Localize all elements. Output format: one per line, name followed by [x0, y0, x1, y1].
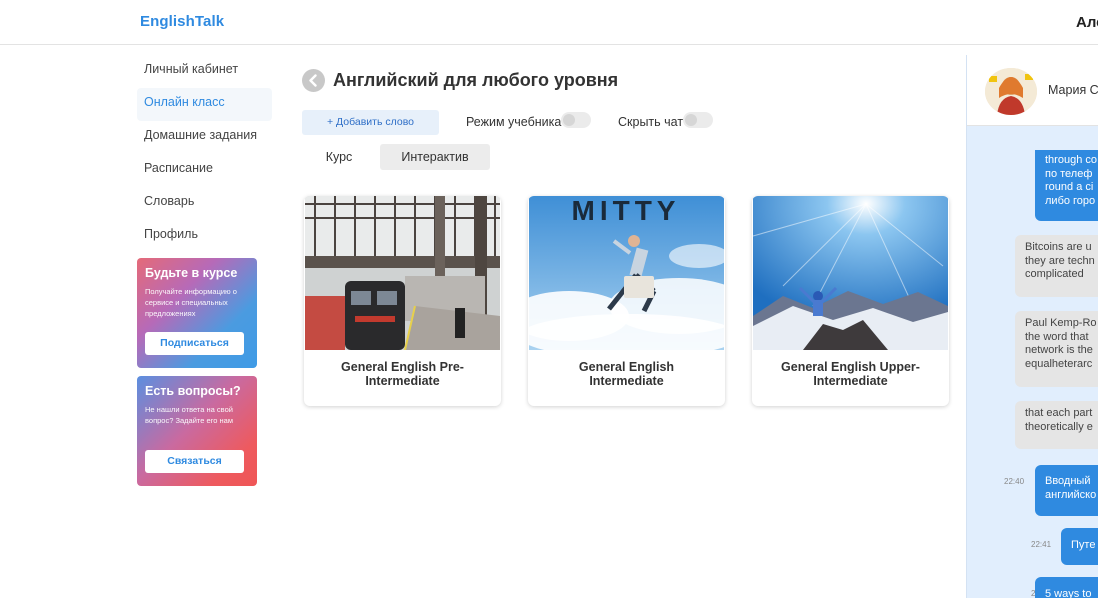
questions-promo-title: Есть вопросы? [145, 384, 241, 398]
chevron-left-icon [309, 74, 317, 87]
message-line: complicated [1025, 268, 1084, 280]
chat-message-in: that each part theoretically e [1015, 401, 1098, 449]
chat-header: Мария С [967, 55, 1098, 126]
sidebar-item-dashboard[interactable]: Личный кабинет [137, 55, 272, 88]
chat-message-out: 5 ways to [1035, 577, 1098, 598]
course-card[interactable]: MITTY General English Intermediate [528, 196, 725, 406]
subscribe-promo-card: Будьте в курсе Получайте информацию о се… [137, 258, 257, 368]
questions-promo-card: Есть вопросы? Не нашли ответа на свой во… [137, 376, 257, 486]
message-line: that each part [1025, 407, 1093, 419]
message-time: 22:40 [1004, 477, 1025, 486]
mitty-poster-image: MITTY [529, 196, 724, 350]
sidebar-nav: Личный кабинет Онлайн класс Домашние зад… [137, 55, 272, 253]
poster-title: MITTY [572, 196, 681, 226]
subscribe-button[interactable]: Подписаться [145, 332, 244, 355]
course-title: General English Intermediate [578, 360, 675, 388]
message-line: 5 ways to [1045, 588, 1092, 598]
chat-message-out: Вводный английско [1035, 465, 1098, 516]
subscribe-promo-text: Получайте информацию о сервисе и специал… [145, 287, 237, 318]
sidebar-item-homework[interactable]: Домашние задания [137, 121, 272, 154]
message-line: английско [1045, 488, 1097, 501]
message-line: Paul Kemp-Ro [1025, 317, 1097, 329]
app-logo[interactable]: EnglishTalk [140, 13, 224, 30]
message-time: 22:41 [1031, 540, 1052, 549]
message-line: Bitcoins are u [1025, 241, 1092, 253]
course-card[interactable]: General English Pre-Intermediate [304, 196, 501, 406]
sidebar-item-profile[interactable]: Профиль [137, 220, 272, 253]
chat-panel: Мария С through co по телеф round a ci л… [966, 55, 1098, 598]
questions-promo-text: Не нашли ответа на свой вопрос? Задайте … [145, 405, 233, 425]
message-line: through co [1045, 154, 1097, 166]
chat-message-out: through co по телеф round a ci либо горо [1035, 150, 1098, 221]
sidebar-item-online-class[interactable]: Онлайн класс [137, 88, 272, 121]
sidebar-item-dictionary[interactable]: Словарь [137, 187, 272, 220]
chat-message-out: Путе [1061, 528, 1098, 565]
message-line: they are techn [1025, 254, 1095, 267]
chat-message-in: Bitcoins are u they are techn complicate… [1015, 235, 1098, 297]
textbook-mode-label: Режим учебника [466, 115, 562, 129]
hide-chat-toggle[interactable] [683, 112, 713, 128]
message-line: Вводный [1045, 475, 1091, 487]
subscribe-promo-title: Будьте в курсе [145, 266, 238, 280]
message-line: по телеф [1045, 167, 1093, 180]
chat-contact-name[interactable]: Мария С [1048, 83, 1098, 97]
top-header: EnglishTalk Але [0, 0, 1098, 45]
message-line: equalheterarc [1025, 357, 1093, 370]
message-line: либо горо [1045, 194, 1096, 207]
hide-chat-label: Скрыть чат [618, 115, 684, 129]
add-word-button[interactable]: + Добавить слово [302, 110, 439, 135]
mountain-climber-image [753, 196, 948, 350]
back-button[interactable] [302, 69, 325, 92]
message-line: round a ci [1045, 181, 1094, 193]
message-line: network is the [1025, 344, 1093, 356]
train-station-image [305, 196, 500, 350]
page-title: Английский для любого уровня [333, 70, 619, 90]
chat-message-in: Paul Kemp-Ro the word that network is th… [1015, 311, 1098, 387]
message-line: Путе [1071, 539, 1096, 551]
tab-interactive[interactable]: Интерактив [380, 144, 490, 170]
message-line: theoretically e [1025, 420, 1093, 433]
toggle-knob [563, 114, 575, 126]
textbook-mode-toggle[interactable] [561, 112, 591, 128]
user-name[interactable]: Але [1076, 14, 1098, 31]
course-title: General English Pre-Intermediate [341, 360, 464, 388]
sidebar-item-schedule[interactable]: Расписание [137, 154, 272, 187]
message-line: the word that [1025, 330, 1089, 343]
course-title: General English Upper-Intermediate [781, 360, 920, 388]
course-card[interactable]: General English Upper-Intermediate [752, 196, 949, 406]
avatar[interactable] [985, 68, 1037, 115]
tab-course[interactable]: Курс [302, 144, 376, 170]
toggle-knob [685, 114, 697, 126]
contact-button[interactable]: Связаться [145, 450, 244, 473]
